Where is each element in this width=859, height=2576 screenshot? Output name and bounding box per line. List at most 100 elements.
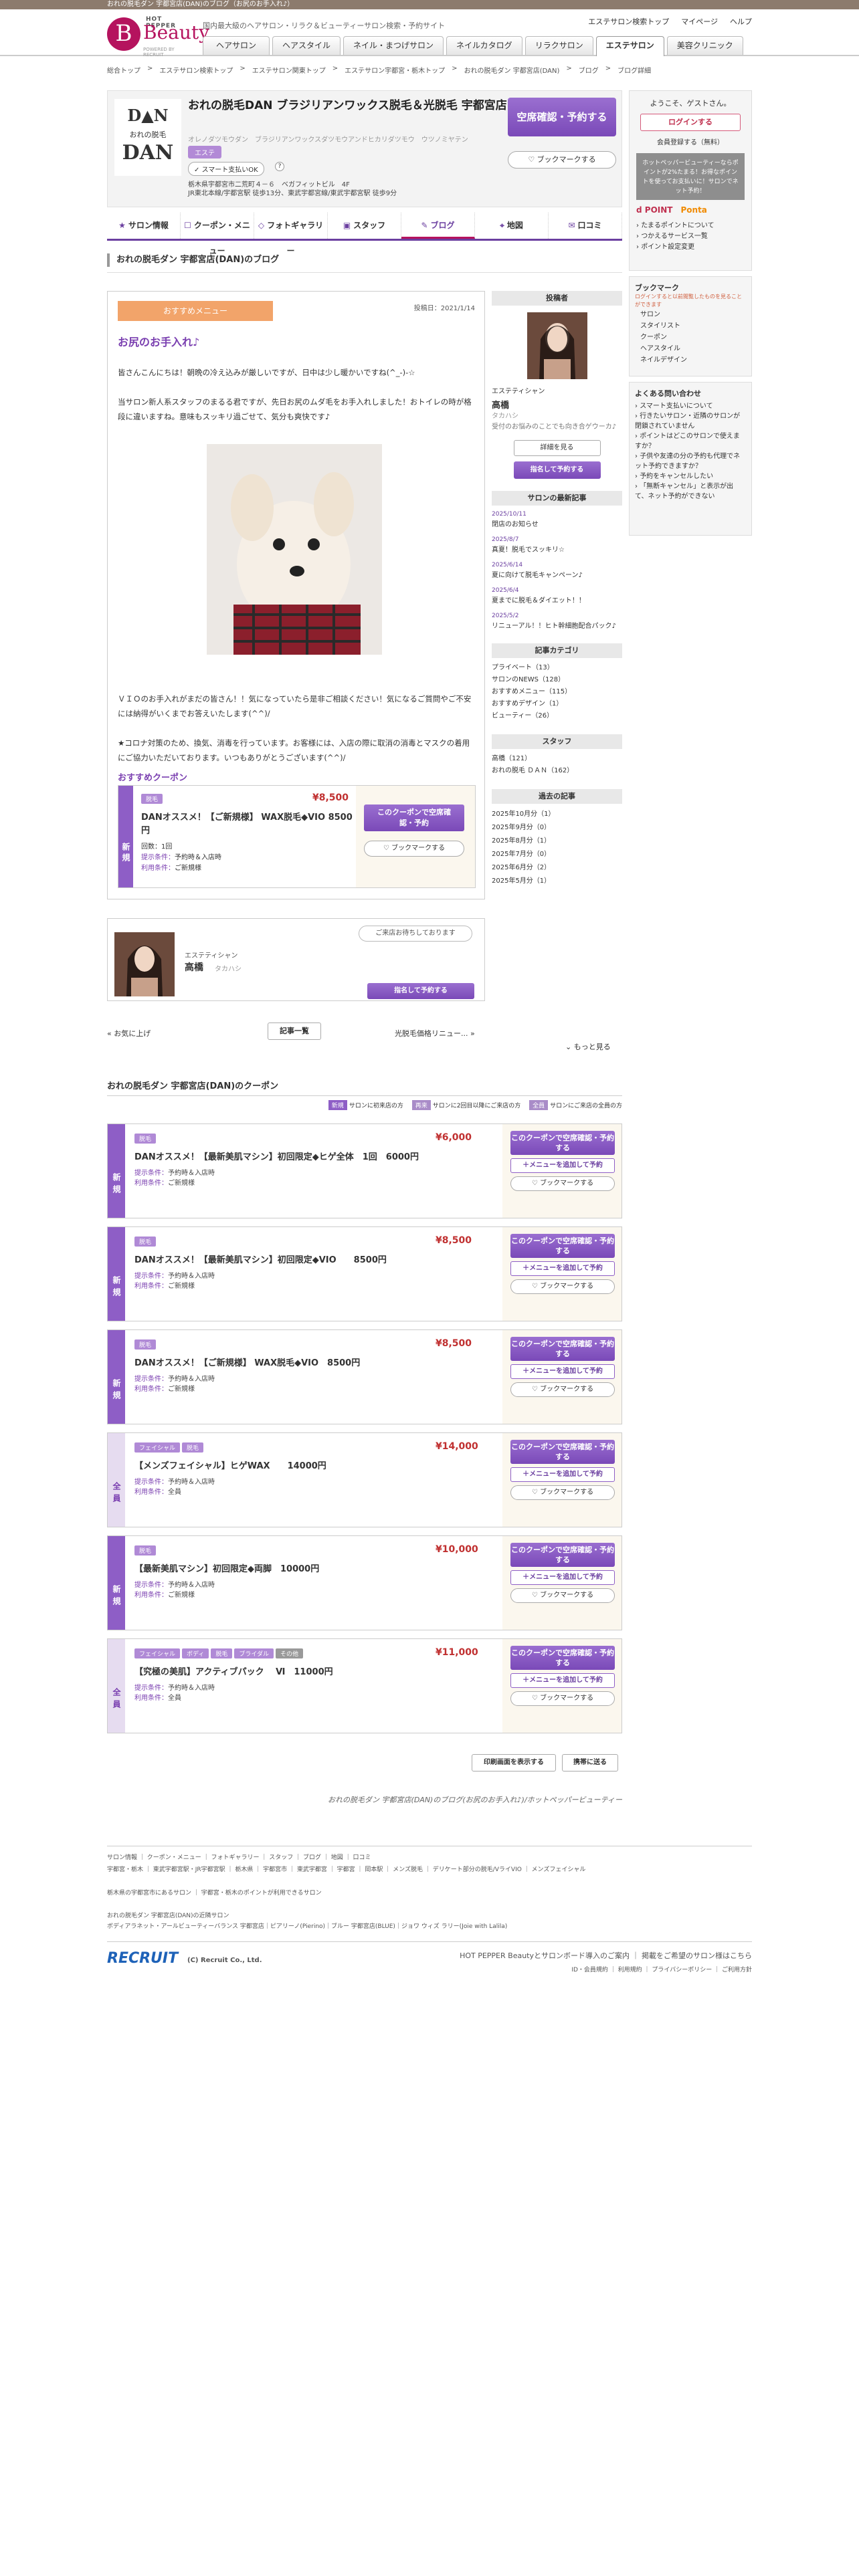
faq-link[interactable]: › ポイントはどこのサロンで使えますか？ bbox=[635, 431, 746, 451]
nav-nail[interactable]: ネイル・まつげサロン bbox=[343, 36, 444, 55]
footer-link[interactable]: メンズフェイシャル bbox=[532, 1866, 586, 1873]
footer-link[interactable]: メンズ脱毛 bbox=[393, 1866, 423, 1873]
add-menu-button[interactable]: ＋メニューを追加して予約 bbox=[510, 1261, 615, 1276]
category-link[interactable]: おすすめメニュー（115） bbox=[492, 686, 622, 698]
footer-link[interactable]: 利用規約 bbox=[618, 1967, 642, 1973]
register-link[interactable]: 会員登録する（無料） bbox=[636, 136, 745, 146]
tab-salon-info[interactable]: ★ サロン情報 bbox=[107, 213, 181, 239]
bookmark-link[interactable]: クーポン bbox=[640, 332, 746, 343]
coupon-bookmark-button[interactable]: ♡ ブックマークする bbox=[510, 1588, 615, 1603]
footer-link[interactable]: 口コミ bbox=[353, 1854, 371, 1861]
footer-link[interactable]: HOT PEPPER Beautyとサロンボード導入のご案内 bbox=[460, 1951, 630, 1960]
faq-link[interactable]: › 予約をキャンセルしたい bbox=[635, 471, 746, 481]
nav-nailcatalog[interactable]: ネイルカタログ bbox=[446, 36, 522, 55]
util-link[interactable]: ヘルプ bbox=[730, 16, 752, 27]
nav-relax[interactable]: リラクサロン bbox=[524, 36, 593, 55]
next-post-link[interactable]: 光脱毛価格リニュー... » bbox=[395, 1028, 475, 1039]
footer-link[interactable]: 宇都宮・栃木 bbox=[107, 1866, 143, 1873]
footer-link[interactable]: ID・会員規約 bbox=[571, 1967, 608, 1973]
coupon-reserve-button[interactable]: このクーポンで空席確認・予約 bbox=[364, 804, 464, 831]
category-link[interactable]: プライベート（13） bbox=[492, 662, 622, 674]
coupon-reserve-button[interactable]: このクーポンで空席確認・予約する bbox=[510, 1543, 615, 1567]
faq-link[interactable]: › 子供や友達の分の予約も代理でネット予約できますか？ bbox=[635, 451, 746, 471]
coupon-reserve-button[interactable]: このクーポンで空席確認・予約する bbox=[510, 1440, 615, 1464]
footer-link[interactable]: スタッフ bbox=[269, 1854, 293, 1861]
point-link[interactable]: › ポイント設定変更 bbox=[636, 242, 745, 253]
util-link[interactable]: エステサロン検索トップ bbox=[588, 16, 669, 27]
faq-link[interactable]: › 行きたいサロン・近隣のサロンが閉鎖されていません bbox=[635, 411, 746, 431]
faq-link[interactable]: › 「無断キャンセル」と表示が出て、ネット予約ができない bbox=[635, 481, 746, 502]
footer-link[interactable]: クーポン・メニュー bbox=[147, 1854, 201, 1861]
bookmark-link[interactable]: ネイルデザイン bbox=[640, 354, 746, 366]
add-menu-button[interactable]: ＋メニューを追加して予約 bbox=[510, 1158, 615, 1173]
archive-link[interactable]: 2025年10月分（1） bbox=[492, 808, 622, 821]
footer-link[interactable]: プライバシーポリシー bbox=[652, 1967, 712, 1973]
crumb[interactable]: ブログ bbox=[579, 65, 599, 75]
site-logo[interactable]: B HOT PEPPER Beauty POWERED BY RECRUIT bbox=[107, 13, 209, 58]
footer-link[interactable]: 宇都宮 bbox=[337, 1866, 355, 1873]
util-link[interactable]: マイページ bbox=[681, 16, 718, 27]
bookmark-link[interactable]: サロン bbox=[640, 309, 746, 320]
archive-link[interactable]: 2025年5月分（1） bbox=[492, 875, 622, 888]
coupon-bookmark-button[interactable]: ♡ ブックマークする bbox=[364, 841, 464, 857]
near-salon-links[interactable]: ボディアラネット・アールビューティーバランス 宇都宮店｜ピアリーノ(Pierin… bbox=[107, 1921, 752, 1932]
archive-link[interactable]: 2025年9月分（0） bbox=[492, 821, 622, 835]
tab-photo[interactable]: ◇ フォトギャラリー bbox=[254, 213, 328, 255]
author-reserve-button[interactable]: 指名して予約する bbox=[367, 983, 474, 999]
nav-clinic[interactable]: 美容クリニック bbox=[666, 36, 743, 55]
coupon-reserve-button[interactable]: このクーポンで空席確認・予約する bbox=[510, 1337, 615, 1361]
footer-link[interactable]: ブログ bbox=[303, 1854, 321, 1861]
help-icon[interactable]: ? bbox=[275, 162, 284, 171]
footer-link[interactable]: 東武宇都宮 bbox=[297, 1866, 327, 1873]
post-list-button[interactable]: 記事一覧 bbox=[268, 1023, 321, 1040]
footer-link[interactable]: 掲載をご希望のサロン様はこちら bbox=[642, 1951, 752, 1960]
bookmark-link[interactable]: ヘアスタイル bbox=[640, 343, 746, 354]
tab-map[interactable]: ⌖ 地図 bbox=[475, 213, 549, 239]
footer-link[interactable]: フォトギャラリー bbox=[211, 1854, 260, 1861]
nav-hair[interactable]: ヘアサロン bbox=[203, 36, 270, 55]
crumb[interactable]: 総合トップ bbox=[107, 65, 140, 75]
latest-post-link[interactable]: リニューアル！！ヒト幹細胞配合パック♪ bbox=[492, 621, 622, 631]
category-link[interactable]: ビューティー（26） bbox=[492, 710, 622, 722]
recommend-menu-button[interactable]: おすすめメニュー bbox=[118, 301, 273, 321]
latest-post-link[interactable]: 閉店のお知らせ bbox=[492, 520, 622, 530]
print-button[interactable]: 印刷画面を表示する bbox=[472, 1754, 556, 1772]
tab-staff[interactable]: ▣ スタッフ bbox=[328, 213, 401, 239]
more-link[interactable]: ⌄ もっと見る bbox=[565, 1041, 611, 1052]
faq-link[interactable]: › スマート支払いについて bbox=[635, 401, 746, 411]
crumb[interactable]: エステサロン検索トップ bbox=[159, 65, 233, 75]
latest-post-link[interactable]: 夏までに脱毛＆ダイエット！！ bbox=[492, 596, 622, 606]
category-link[interactable]: サロンのNEWS（128） bbox=[492, 674, 622, 686]
archive-link[interactable]: 2025年8月分（1） bbox=[492, 835, 622, 848]
coupon-reserve-button[interactable]: このクーポンで空席確認・予約する bbox=[510, 1131, 615, 1155]
latest-post-link[interactable]: 真夏！脱毛でスッキリ☆ bbox=[492, 545, 622, 555]
bookmark-link[interactable]: スタイリスト bbox=[640, 320, 746, 332]
staff-link[interactable]: 高橋（121） bbox=[492, 753, 622, 765]
archive-link[interactable]: 2025年7月分（0） bbox=[492, 848, 622, 861]
footer-link[interactable]: ご利用方針 bbox=[722, 1967, 752, 1973]
login-button[interactable]: ログインする bbox=[640, 114, 741, 131]
add-menu-button[interactable]: ＋メニューを追加して予約 bbox=[510, 1570, 615, 1585]
prev-post-link[interactable]: « お気に上げ bbox=[107, 1028, 151, 1039]
tab-review[interactable]: ✉ 口コミ bbox=[549, 213, 622, 239]
coupon-bookmark-button[interactable]: ♡ ブックマークする bbox=[510, 1382, 615, 1397]
crumb[interactable]: エステサロン関東トップ bbox=[252, 65, 326, 75]
add-menu-button[interactable]: ＋メニューを追加して予約 bbox=[510, 1364, 615, 1379]
near-link[interactable]: 宇都宮・栃木のポイントが利用できるサロン bbox=[201, 1890, 322, 1897]
footer-link[interactable]: 岡本駅 bbox=[365, 1866, 383, 1873]
staff-link[interactable]: おれの脱毛 ＤＡＮ（162） bbox=[492, 765, 622, 777]
point-link[interactable]: › たまるポイントについて bbox=[636, 221, 745, 231]
crumb[interactable]: エステサロン宇都宮・栃木トップ bbox=[345, 65, 445, 75]
nav-hairstyle[interactable]: ヘアスタイル bbox=[272, 36, 341, 55]
footer-link[interactable]: 地図 bbox=[331, 1854, 343, 1861]
archive-link[interactable]: 2025年6月分（2） bbox=[492, 861, 622, 875]
point-link[interactable]: › つかえるサービス一覧 bbox=[636, 231, 745, 242]
tab-blog[interactable]: ✎ ブログ bbox=[401, 213, 475, 239]
coupon-bookmark-button[interactable]: ♡ ブックマークする bbox=[510, 1279, 615, 1294]
footer-link[interactable]: 東武宇都宮駅・JR宇都宮駅 bbox=[153, 1866, 225, 1873]
footer-link[interactable]: デリケート部分の脱毛/VライVIO bbox=[433, 1866, 522, 1873]
footer-link[interactable]: 栃木県 bbox=[235, 1866, 253, 1873]
reserve-button[interactable]: 空席確認・予約する bbox=[508, 98, 616, 136]
latest-post-link[interactable]: 夏に向けて脱毛キャンペーン♪ bbox=[492, 570, 622, 580]
add-menu-button[interactable]: ＋メニューを追加して予約 bbox=[510, 1467, 615, 1482]
